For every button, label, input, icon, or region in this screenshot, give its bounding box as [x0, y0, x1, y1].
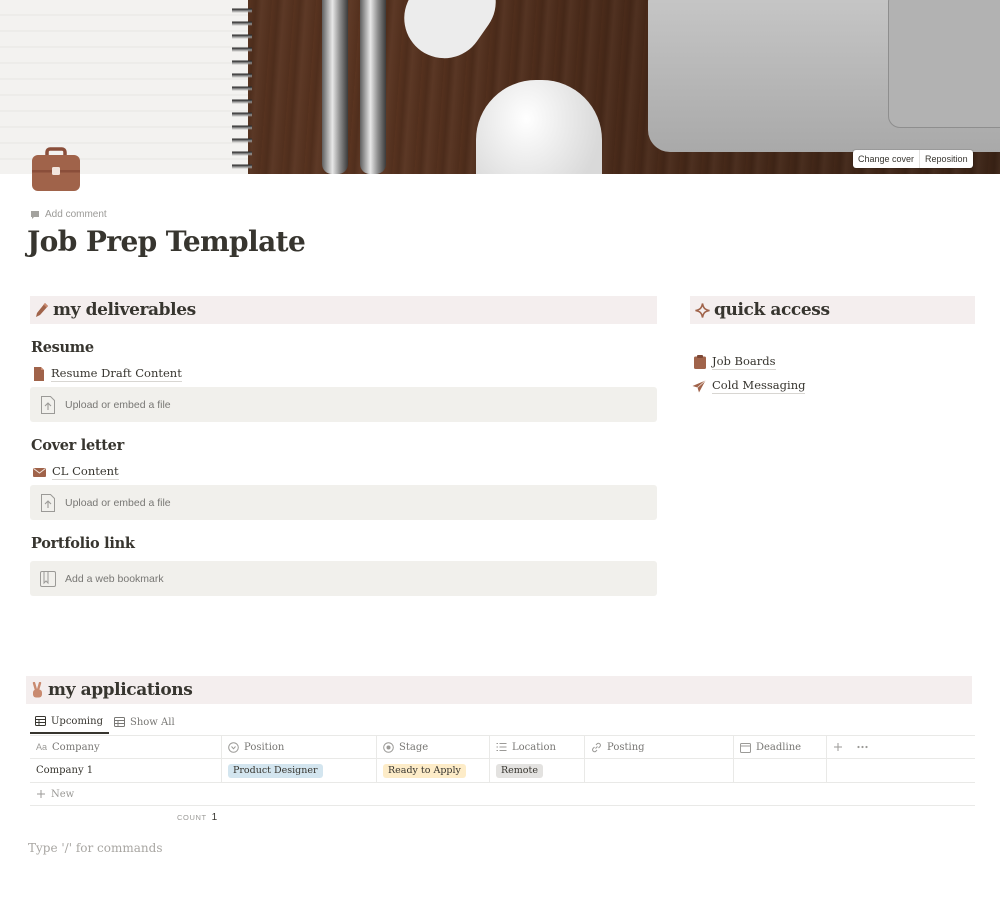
column-header-location[interactable]: Location: [490, 736, 585, 758]
column-label: Deadline: [756, 741, 802, 753]
job-boards-link[interactable]: Job Boards: [694, 354, 776, 370]
resume-draft-link[interactable]: Resume Draft Content: [33, 366, 182, 382]
cell-empty: [827, 759, 975, 782]
text-property-icon: Aa: [36, 742, 48, 752]
new-row-button[interactable]: New: [30, 783, 975, 806]
count-summary[interactable]: COUNT 1: [177, 812, 217, 823]
column-label: Company: [52, 741, 100, 753]
link-icon: [592, 742, 601, 752]
cell-position[interactable]: Product Designer: [222, 759, 377, 782]
command-placeholder[interactable]: Type '/' for commands: [28, 841, 162, 855]
bookmark-icon: [40, 570, 56, 587]
cell-deadline[interactable]: [734, 759, 827, 782]
cell-company[interactable]: Company 1: [30, 759, 222, 782]
cover-letter-embed-label: Upload or embed a file: [65, 496, 171, 509]
deliverables-heading[interactable]: my deliverables: [30, 296, 657, 324]
pencil-icon: [36, 303, 48, 317]
status-property-icon: [383, 741, 394, 753]
cover-image: [0, 0, 1000, 174]
position-tag: Product Designer: [228, 763, 323, 778]
add-comment-label: Add comment: [45, 209, 107, 220]
cover-pen: [322, 0, 348, 174]
multi-select-icon: [496, 743, 507, 751]
column-label: Position: [244, 741, 285, 753]
count-value: 1: [211, 812, 218, 823]
cover-letter-file-embed[interactable]: Upload or embed a file: [30, 485, 657, 520]
sparkle-icon: [695, 302, 710, 318]
table-row[interactable]: Company 1 Product Designer Ready to Appl…: [30, 759, 975, 783]
briefcase-icon[interactable]: [30, 146, 82, 194]
column-label: Location: [512, 741, 556, 753]
view-tabs: Upcoming Show All: [30, 710, 181, 734]
column-header-actions: [827, 736, 975, 758]
cell-location[interactable]: Remote: [490, 759, 585, 782]
select-property-icon: [228, 741, 239, 753]
tab-show-all[interactable]: Show All: [109, 710, 181, 734]
cl-content-link[interactable]: CL Content: [33, 464, 119, 480]
new-row-label: New: [51, 788, 75, 800]
tab-upcoming-label: Upcoming: [51, 715, 103, 727]
column-header-stage[interactable]: Stage: [377, 736, 490, 758]
add-property-icon[interactable]: [833, 742, 843, 752]
column-label: Stage: [399, 741, 429, 753]
job-boards-label: Job Boards: [712, 354, 776, 370]
upload-file-icon: [41, 493, 55, 512]
cover-trackpad: [888, 0, 1000, 128]
cover-letter-heading[interactable]: Cover letter: [31, 437, 124, 454]
calendar-icon: [740, 742, 751, 753]
column-header-company[interactable]: Aa Company: [30, 736, 222, 758]
plus-icon: [37, 790, 45, 798]
quick-access-heading[interactable]: quick access: [690, 296, 975, 324]
column-header-deadline[interactable]: Deadline: [734, 736, 827, 758]
more-options-icon[interactable]: [857, 745, 868, 749]
victory-hand-icon: [32, 682, 42, 698]
tab-upcoming[interactable]: Upcoming: [30, 710, 109, 734]
tab-show-all-label: Show All: [129, 716, 175, 728]
column-header-position[interactable]: Position: [222, 736, 377, 758]
column-header-posting[interactable]: Posting: [585, 736, 734, 758]
cell-posting[interactable]: [585, 759, 734, 782]
resume-draft-label: Resume Draft Content: [51, 366, 182, 382]
clipboard-icon: [694, 355, 706, 369]
cell-stage[interactable]: Ready to Apply: [377, 759, 490, 782]
resume-embed-label: Upload or embed a file: [65, 398, 171, 411]
applications-heading-text: my applications: [48, 680, 193, 700]
quick-access-heading-text: quick access: [714, 300, 830, 320]
add-comment-button[interactable]: Add comment: [30, 209, 107, 220]
change-cover-button[interactable]: Change cover: [853, 150, 919, 168]
cl-content-label: CL Content: [52, 464, 119, 480]
cold-messaging-link[interactable]: Cold Messaging: [692, 378, 806, 394]
resume-heading[interactable]: Resume: [31, 339, 94, 356]
company-value: Company 1: [36, 765, 94, 776]
applications-table: Aa Company Position Stage Location Posti…: [30, 735, 975, 806]
cold-messaging-label: Cold Messaging: [712, 378, 806, 394]
upload-file-icon: [41, 395, 55, 414]
portfolio-heading[interactable]: Portfolio link: [31, 535, 135, 552]
envelope-icon: [33, 467, 46, 477]
page-title[interactable]: Job Prep Template: [27, 225, 306, 258]
reposition-button[interactable]: Reposition: [919, 150, 973, 168]
portfolio-embed-label: Add a web bookmark: [65, 572, 164, 585]
applications-heading[interactable]: my applications: [26, 676, 972, 704]
location-tag: Remote: [496, 763, 543, 778]
document-icon: [34, 367, 44, 381]
comment-icon: [31, 210, 39, 219]
column-label: Posting: [607, 741, 645, 753]
table-header-row: Aa Company Position Stage Location Posti…: [30, 735, 975, 759]
paper-plane-icon: [692, 379, 706, 392]
count-label: COUNT: [177, 813, 207, 822]
cover-controls: Change cover Reposition: [853, 150, 973, 168]
stage-tag: Ready to Apply: [383, 763, 466, 778]
table-icon: [35, 716, 46, 726]
cover-notebook-spiral: [232, 0, 252, 174]
deliverables-heading-text: my deliverables: [53, 300, 196, 320]
cover-pen: [360, 0, 386, 174]
resume-file-embed[interactable]: Upload or embed a file: [30, 387, 657, 422]
table-icon: [113, 717, 125, 727]
portfolio-bookmark-embed[interactable]: Add a web bookmark: [30, 561, 657, 596]
